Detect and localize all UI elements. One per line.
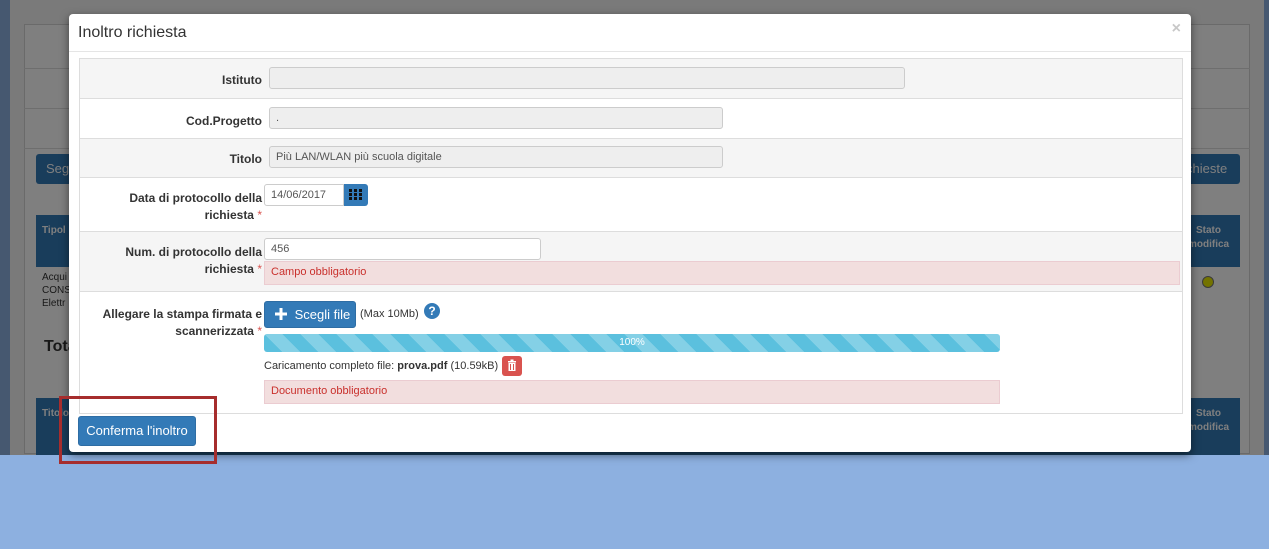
- titolo-field[interactable]: Più LAN/WLAN più scuola digitale: [269, 146, 723, 168]
- upload-status: Caricamento completo file: prova.pdf (10…: [264, 359, 498, 373]
- required-mark: *: [257, 324, 262, 338]
- choose-file-button[interactable]: Scegli file: [264, 301, 356, 328]
- allegato-error: Documento obbligatorio: [264, 380, 1000, 404]
- upload-progress-bar: 100%: [264, 334, 1000, 352]
- annotation-highlight-box: [59, 396, 217, 464]
- plus-icon: [275, 308, 287, 320]
- modal-header: Inoltro richiesta ×: [69, 14, 1191, 52]
- choose-file-label: Scegli file: [294, 307, 351, 322]
- cod-progetto-label: Cod.Progetto: [186, 114, 262, 128]
- form-row-istituto: Istituto: [80, 59, 1182, 99]
- cod-progetto-field[interactable]: .: [269, 107, 723, 129]
- inoltro-richiesta-modal: Inoltro richiesta × Istituto Cod.Progett…: [69, 14, 1191, 452]
- allegato-label-line1: Allegare la stampa firmata e: [102, 307, 262, 321]
- data-protocollo-label: Data di protocollo della richiesta *: [129, 190, 262, 224]
- delete-file-button[interactable]: [502, 356, 522, 376]
- required-mark: *: [257, 208, 262, 222]
- calendar-button[interactable]: [344, 184, 368, 206]
- num-protocollo-label-line2: richiesta: [204, 262, 254, 276]
- data-protocollo-label-line2: richiesta: [204, 208, 254, 222]
- num-protocollo-label-line1: Num. di protocollo della: [125, 245, 262, 259]
- form-row-num-protocollo: Num. di protocollo della richiesta * 456…: [80, 232, 1182, 292]
- uploaded-file-name: prova.pdf: [397, 360, 448, 372]
- allegato-label: Allegare la stampa firmata e scannerizza…: [103, 306, 262, 340]
- istituto-field[interactable]: [269, 67, 905, 89]
- num-protocollo-input[interactable]: 456: [264, 238, 541, 260]
- required-mark: *: [257, 262, 262, 276]
- form-row-titolo: Titolo Più LAN/WLAN più scuola digitale: [80, 139, 1182, 178]
- trash-icon: [508, 359, 516, 371]
- max-size-text: (Max 10Mb): [360, 308, 419, 320]
- num-protocollo-error: Campo obbligatorio: [264, 261, 1180, 285]
- close-icon[interactable]: ×: [1172, 20, 1181, 38]
- calendar-icon: [349, 189, 362, 200]
- help-icon[interactable]: ?: [424, 303, 440, 319]
- upload-progress-fill: 100%: [264, 334, 1000, 352]
- data-protocollo-label-line1: Data di protocollo della: [129, 191, 262, 205]
- form-row-allegato: Allegare la stampa firmata e scannerizza…: [80, 292, 1182, 413]
- titolo-label: Titolo: [229, 152, 262, 166]
- request-form: Istituto Cod.Progetto . Titolo Più LAN/W…: [79, 58, 1183, 414]
- data-protocollo-input[interactable]: 14/06/2017: [264, 184, 344, 206]
- form-row-cod-progetto: Cod.Progetto .: [80, 99, 1182, 139]
- num-protocollo-label: Num. di protocollo della richiesta *: [125, 244, 262, 278]
- form-row-data-protocollo: Data di protocollo della richiesta * 14/…: [80, 178, 1182, 232]
- upload-status-prefix: Caricamento completo file:: [264, 360, 395, 372]
- modal-title: Inoltro richiesta: [78, 24, 187, 41]
- uploaded-file-size: (10.59kB): [450, 360, 499, 372]
- outer-background: [0, 455, 1269, 549]
- allegato-label-line2: scannerizzata: [175, 324, 254, 338]
- istituto-label: Istituto: [222, 73, 262, 87]
